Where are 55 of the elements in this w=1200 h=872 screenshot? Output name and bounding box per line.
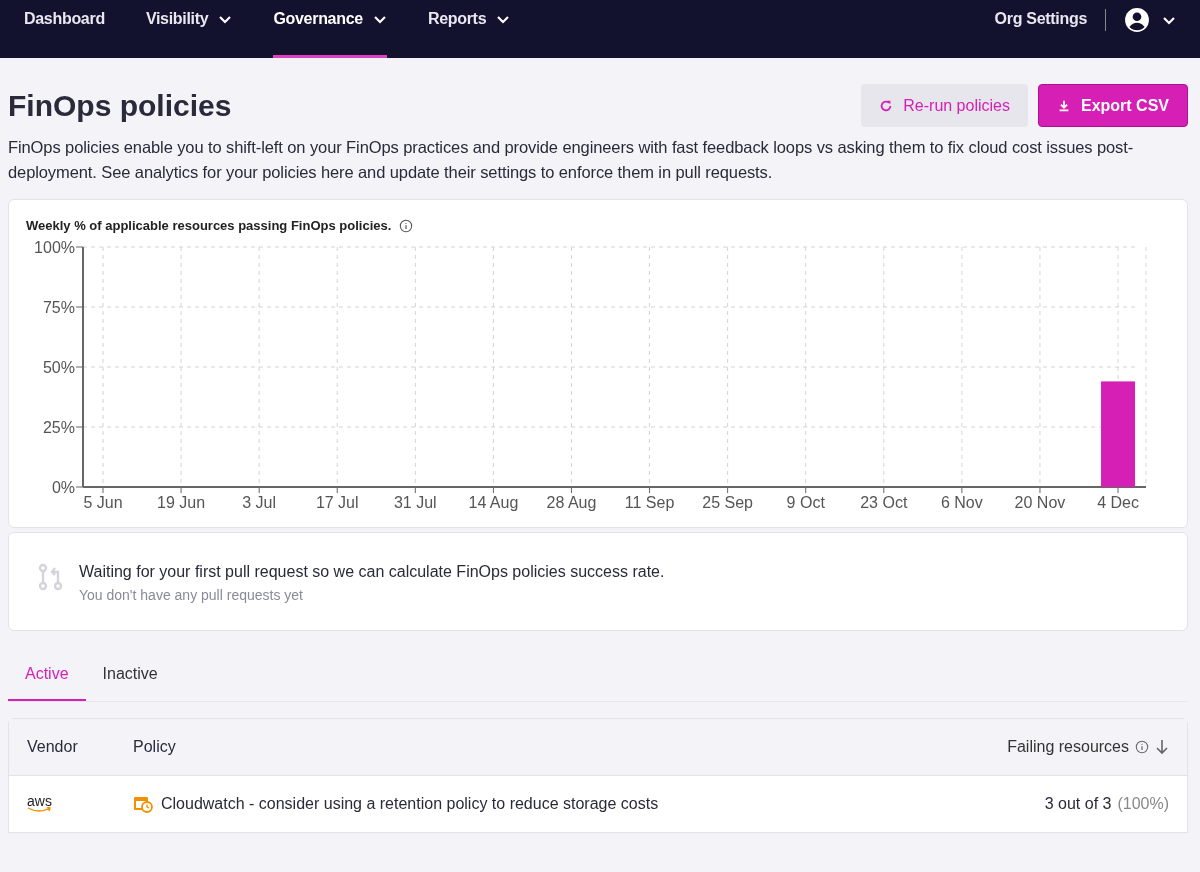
chevron-down-icon	[218, 14, 233, 24]
chevron-down-icon	[372, 14, 387, 24]
x-tick-label: 3 Jul	[242, 494, 277, 511]
pull-request-icon	[37, 563, 65, 591]
x-tick-label: 14 Aug	[468, 494, 519, 511]
y-tick-label: 75%	[42, 299, 75, 316]
failing-count: 3 out of 3	[1044, 795, 1112, 813]
tab[interactable]: Active	[8, 651, 86, 701]
x-tick-label: 9 Oct	[786, 494, 825, 511]
chart-title: Weekly % of applicable resources passing FinOps policies.	[26, 218, 392, 233]
x-tick-label: 19 Jun	[157, 494, 206, 511]
x-tick-label: 25 Sep	[702, 494, 753, 511]
x-tick-label: 28 Aug	[546, 494, 597, 511]
x-tick-label: 31 Jul	[393, 494, 437, 511]
policy-name: Cloudwatch - consider using a retention policy to reduce storage costs	[161, 795, 659, 813]
x-tick-label: 6 Nov	[941, 494, 983, 511]
info-icon[interactable]	[1135, 740, 1149, 754]
nav-menu-item[interactable]: Governance	[273, 0, 387, 58]
user-avatar-icon	[1124, 7, 1150, 33]
chevron-down-icon	[1162, 15, 1176, 25]
table-row[interactable]: aws Cloudwatch - consider using a retention policy to reduce storage costs 3 out of 3 (100%)	[9, 776, 1187, 832]
y-tick-label: 0%	[51, 479, 75, 496]
y-tick-label: 100%	[34, 239, 75, 256]
y-tick-label: 25%	[42, 419, 75, 436]
column-header: Policy	[133, 738, 177, 756]
x-tick-label: 5 Jun	[83, 494, 123, 511]
empty-state-hint: You don't have any pull requests yet	[79, 587, 304, 603]
download-icon	[1057, 98, 1071, 113]
refresh-icon	[879, 98, 894, 113]
tab[interactable]: Inactive	[85, 651, 175, 701]
x-tick-label: 4 Dec	[1097, 494, 1139, 511]
x-tick-label: 17 Jul	[315, 494, 359, 511]
nav-menu-item[interactable]: Dashboard	[24, 0, 105, 58]
failing-percent: (100%)	[1117, 795, 1169, 813]
calendar-clock-icon	[133, 795, 153, 813]
rerun-button[interactable]: Re-run policies	[861, 84, 1028, 127]
export-csv-button[interactable]: Export CSV	[1038, 84, 1188, 127]
sortable-column-header[interactable]: Failing resources	[1007, 738, 1129, 756]
smile-arrow-icon	[27, 807, 53, 813]
nav-menu-item[interactable]: Visibility	[145, 0, 233, 58]
x-tick-label: 11 Sep	[624, 494, 675, 511]
page-title: FinOps policies	[8, 88, 232, 123]
column-header: Vendor	[27, 738, 79, 756]
org-settings-link[interactable]: Org Settings	[994, 0, 1087, 58]
nav-menu-item[interactable]: Reports	[427, 0, 511, 58]
empty-state-message: Waiting for your first pull request so we can calculate FinOps policies success rate.	[79, 563, 665, 581]
arrow-down-icon[interactable]	[1155, 739, 1169, 755]
x-tick-label: 20 Nov	[1014, 494, 1066, 511]
vendor-logo-text: aws	[27, 795, 52, 807]
y-tick-label: 50%	[42, 359, 75, 376]
info-icon[interactable]	[399, 218, 414, 233]
chevron-down-icon	[496, 14, 511, 24]
page-description: FinOps policies enable you to shift-left on your FinOps practices and provide engineers with fast feedback loops vs asking them to fix cloud cost issues post-deployment. See analytics for your policies here and update their settings to enforce them in pull requests.	[8, 137, 1135, 183]
user-menu-button[interactable]	[1124, 7, 1176, 33]
x-tick-label: 23 Oct	[860, 494, 908, 511]
